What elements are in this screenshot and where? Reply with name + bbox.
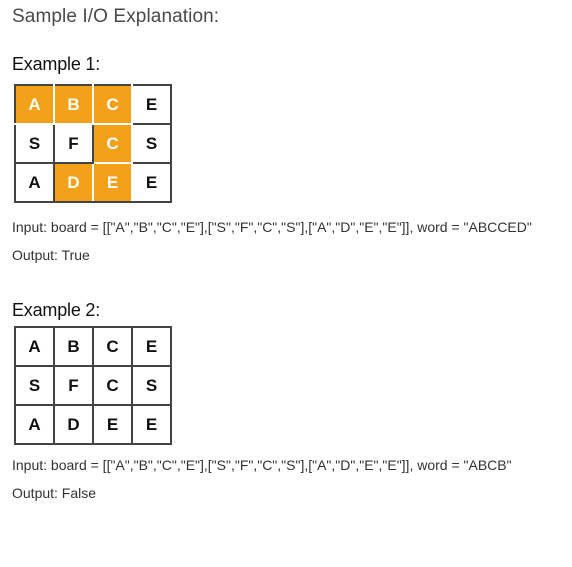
board-cell: E	[92, 404, 133, 445]
board-cell: E	[131, 84, 172, 125]
board-cell: C	[92, 123, 133, 164]
board-cell: B	[53, 326, 94, 367]
example-2-title: Example 2:	[12, 300, 101, 320]
board-row: A B C E	[14, 84, 172, 125]
board-row: A B C E	[14, 326, 172, 367]
board-row: A D E E	[14, 162, 172, 203]
board-row: S F C S	[14, 123, 172, 164]
board-cell: A	[14, 404, 55, 445]
board-cell: E	[131, 404, 172, 445]
example-1-board: A B C E S F C S A D E E	[14, 84, 172, 203]
board-cell: S	[14, 123, 55, 164]
board-cell: D	[53, 162, 94, 203]
board-row: S F C S	[14, 365, 172, 406]
board-cell: E	[131, 326, 172, 367]
example-1-input: Input: board = [["A","B","C","E"],["S","…	[12, 219, 532, 235]
board-cell: C	[92, 326, 133, 367]
board-cell: A	[14, 84, 55, 125]
board-cell: A	[14, 326, 55, 367]
board-cell: A	[14, 162, 55, 203]
board-cell: F	[53, 365, 94, 406]
board-row: A D E E	[14, 404, 172, 445]
board-cell: E	[92, 162, 133, 203]
section-heading: Sample I/O Explanation:	[12, 6, 220, 27]
example-1-title: Example 1:	[12, 54, 101, 74]
example-2-input: Input: board = [["A","B","C","E"],["S","…	[12, 457, 512, 473]
board-cell: S	[131, 365, 172, 406]
board-cell: B	[53, 84, 94, 125]
board-cell: D	[53, 404, 94, 445]
board-cell: C	[92, 365, 133, 406]
board-cell: E	[131, 162, 172, 203]
example-2-board: A B C E S F C S A D E E	[14, 326, 172, 445]
board-cell: S	[14, 365, 55, 406]
example-1-output: Output: True	[12, 247, 90, 263]
board-cell: S	[131, 123, 172, 164]
board-cell: F	[53, 123, 94, 164]
board-cell: C	[92, 84, 133, 125]
example-2-output: Output: False	[12, 485, 97, 501]
